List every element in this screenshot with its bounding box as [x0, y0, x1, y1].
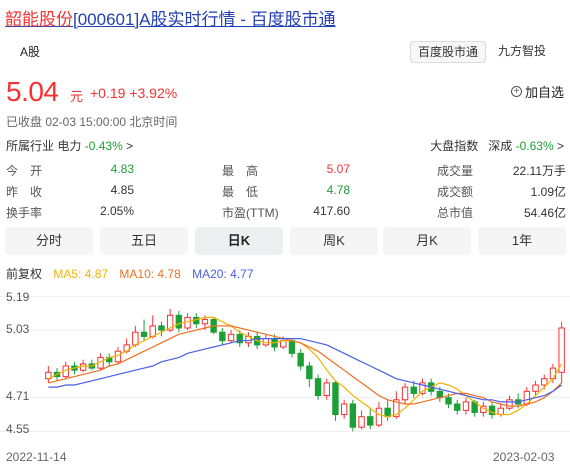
- current-price: 5.04: [6, 76, 59, 107]
- candle-body: [367, 416, 374, 426]
- chevron-right-icon: >: [556, 139, 564, 153]
- add-watchlist-button[interactable]: + 加自选: [510, 82, 564, 101]
- x-tick-label: 2023-02-03: [493, 450, 555, 464]
- candle-body: [175, 314, 183, 329]
- stat-value-turnover-rate: 2.05%: [99, 204, 134, 218]
- period-selector: 分时 五日 日K 周K 月K 1年: [5, 227, 566, 255]
- industry-label: 所属行业: [6, 139, 55, 153]
- ma10-line: [48, 325, 563, 407]
- candle-body: [375, 407, 383, 426]
- period-daily-k[interactable]: 日K: [195, 227, 283, 255]
- stats-row: 昨 收 4.85 最 低 4.78 成交额 1.09亿: [6, 183, 566, 203]
- market-index-link[interactable]: 大盘指数 深成 -0.63% >: [430, 137, 564, 154]
- candle-body: [288, 340, 296, 354]
- legend-ma5: MA5: 4.87: [53, 267, 109, 281]
- market-tabbar: A股 百度股市通 九方智投: [5, 41, 565, 63]
- stat-value-low: 4.78: [326, 183, 350, 197]
- candle-body: [410, 386, 417, 394]
- candle-body: [201, 319, 209, 325]
- chart-legend: 前复权 MA5: 4.87 MA10: 4.78 MA20: 4.77: [6, 265, 262, 282]
- candle-body: [132, 331, 139, 346]
- stat-label: 成交额: [437, 185, 474, 199]
- stat-label: 最 高: [222, 164, 259, 178]
- stat-value-market-cap: 54.46亿: [523, 206, 566, 220]
- period-intraday[interactable]: 分时: [5, 227, 93, 255]
- industry-link[interactable]: 所属行业 电力 -0.43% >: [6, 137, 133, 154]
- candle-body: [158, 325, 165, 331]
- candle-body: [358, 416, 365, 428]
- industry-change: -0.43%: [84, 139, 123, 153]
- market-change: -0.63%: [515, 139, 554, 153]
- candle-body: [445, 397, 452, 405]
- candle-body: [332, 382, 339, 416]
- candle-body: [506, 399, 513, 409]
- y-tick-label: 4.55: [6, 422, 30, 436]
- candle-body: [532, 384, 539, 392]
- candle-body: [297, 352, 304, 367]
- x-tick-label: 2022-11-14: [6, 450, 67, 464]
- candle-body: [384, 407, 391, 418]
- candle-body: [454, 403, 461, 411]
- add-watchlist-label: 加自选: [524, 85, 564, 100]
- stat-label: 市盈(TTM): [222, 206, 279, 220]
- legend-ma20: MA20: 4.77: [192, 267, 254, 281]
- market-label: 大盘指数: [430, 139, 479, 153]
- candle-body: [314, 378, 322, 397]
- candle-body: [323, 382, 330, 397]
- stat-value-open: 4.83: [110, 162, 134, 176]
- stat-value-pe: 417.60: [313, 204, 350, 218]
- stat-label: 今 开: [6, 164, 43, 178]
- candle-body: [541, 378, 548, 386]
- tag-jiufang[interactable]: 九方智投: [491, 41, 553, 63]
- stock-name[interactable]: 韶能股份: [5, 10, 73, 29]
- candle-body: [549, 367, 557, 380]
- stats-row: 换手率 2.05% 市盈(TTM) 417.60 总市值 54.46亿: [6, 204, 566, 224]
- period-five-day[interactable]: 五日: [100, 227, 188, 255]
- candle-body: [349, 403, 357, 428]
- price-unit: 元: [70, 89, 84, 104]
- candle-body: [462, 401, 470, 411]
- candle-body: [114, 350, 122, 363]
- stats-row: 今 开 4.83 最 高 5.07 成交量 22.11万手: [6, 162, 566, 182]
- stat-label: 最 低: [222, 185, 259, 199]
- market-name: 深成: [488, 139, 513, 153]
- stat-value-volume: 22.11万手: [512, 164, 566, 178]
- candle-body: [140, 331, 148, 337]
- stat-value-prev-close: 4.85: [110, 183, 134, 197]
- industry-name: 电力: [57, 139, 82, 153]
- stat-value-turnover: 1.09亿: [530, 185, 566, 199]
- ma5-line: [48, 316, 563, 418]
- tag-baidu-gushitong[interactable]: 百度股市通: [410, 41, 487, 63]
- adjust-mode[interactable]: 前复权: [6, 267, 42, 281]
- candle-body: [340, 403, 348, 416]
- period-weekly-k[interactable]: 周K: [290, 227, 378, 255]
- page-title[interactable]: 韶能股份[000601]A股实时行情 - 百度股市通: [5, 5, 336, 30]
- candle-body: [219, 331, 226, 342]
- candle-body: [558, 327, 565, 373]
- y-tick-label: 5.19: [6, 290, 30, 304]
- stat-label: 换手率: [6, 206, 43, 220]
- y-tick-label: 5.03: [6, 322, 30, 336]
- stat-value-high: 5.07: [326, 162, 350, 176]
- stat-label: 总市值: [437, 206, 474, 220]
- plus-circle-icon: +: [510, 86, 522, 97]
- legend-ma10: MA10: 4.78: [119, 267, 181, 281]
- stat-label: 成交量: [437, 164, 474, 178]
- stat-label: 昨 收: [6, 185, 43, 199]
- y-tick-label: 4.71: [6, 389, 30, 403]
- candle-body: [227, 333, 235, 342]
- title-suffix[interactable]: [000601]A股实时行情 - 百度股市通: [73, 10, 336, 29]
- kline-chart[interactable]: [0, 286, 570, 448]
- chevron-right-icon: >: [126, 139, 134, 153]
- market-status: 已收盘 02-03 15:00:00 北京时间: [6, 115, 178, 129]
- candle-body: [401, 386, 409, 401]
- period-monthly-k[interactable]: 月K: [383, 227, 471, 255]
- tab-a-share[interactable]: A股: [20, 43, 40, 60]
- period-one-year[interactable]: 1年: [478, 227, 566, 255]
- candle-body: [306, 365, 313, 380]
- price-change: +0.19 +3.92%: [90, 85, 178, 101]
